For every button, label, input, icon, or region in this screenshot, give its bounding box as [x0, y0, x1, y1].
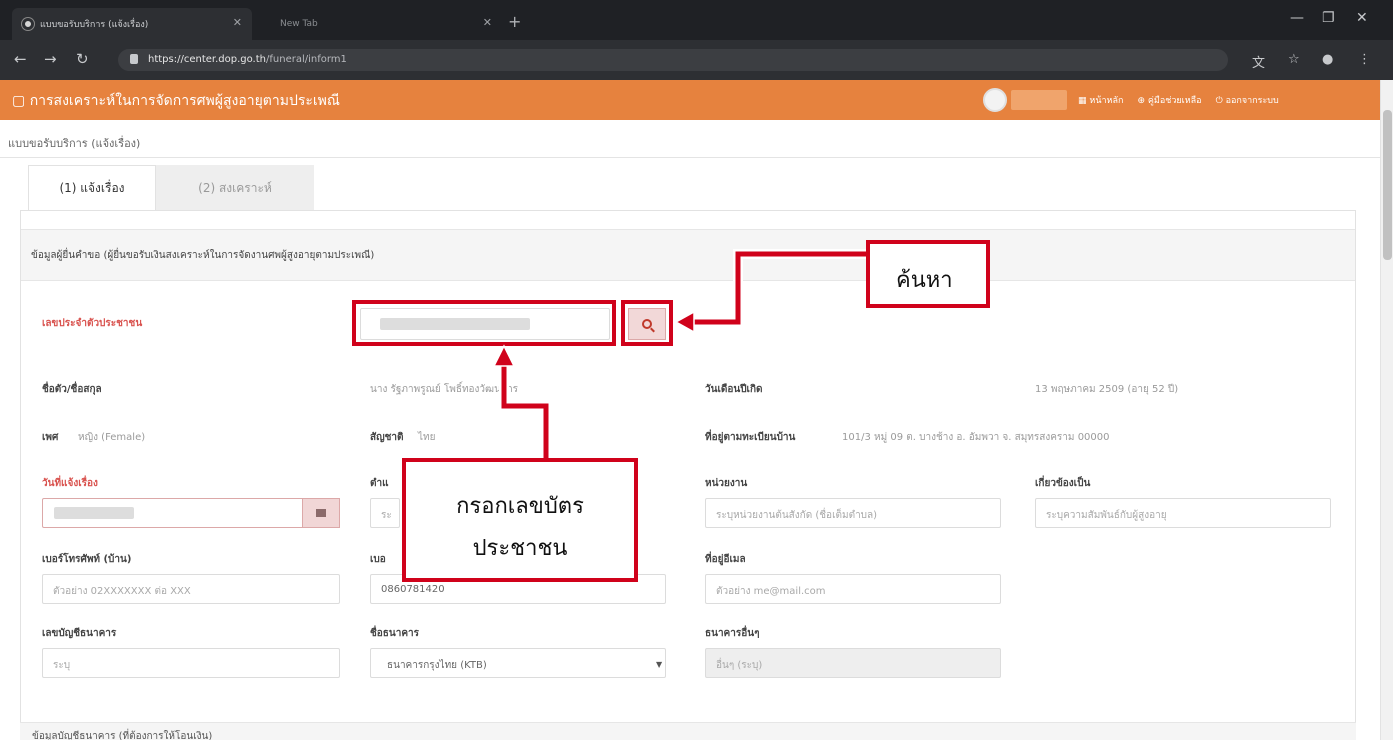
id-arrow-head — [492, 344, 516, 367]
search-arrow-head — [674, 310, 695, 334]
id-callout-line2: ประชาชน — [472, 536, 568, 561]
id-callout-line1: กรอกเลขบัตร — [456, 494, 584, 519]
id-arrow-outline — [499, 362, 551, 460]
search-callout-text: ค้นหา — [896, 268, 953, 293]
id-callout: กรอกเลขบัตร ประชาชน — [402, 458, 638, 582]
search-arrow-line — [690, 251, 868, 325]
search-arrow-outline — [690, 249, 868, 327]
search-callout: ค้นหา — [866, 240, 990, 308]
annotation-arrows — [492, 249, 868, 460]
